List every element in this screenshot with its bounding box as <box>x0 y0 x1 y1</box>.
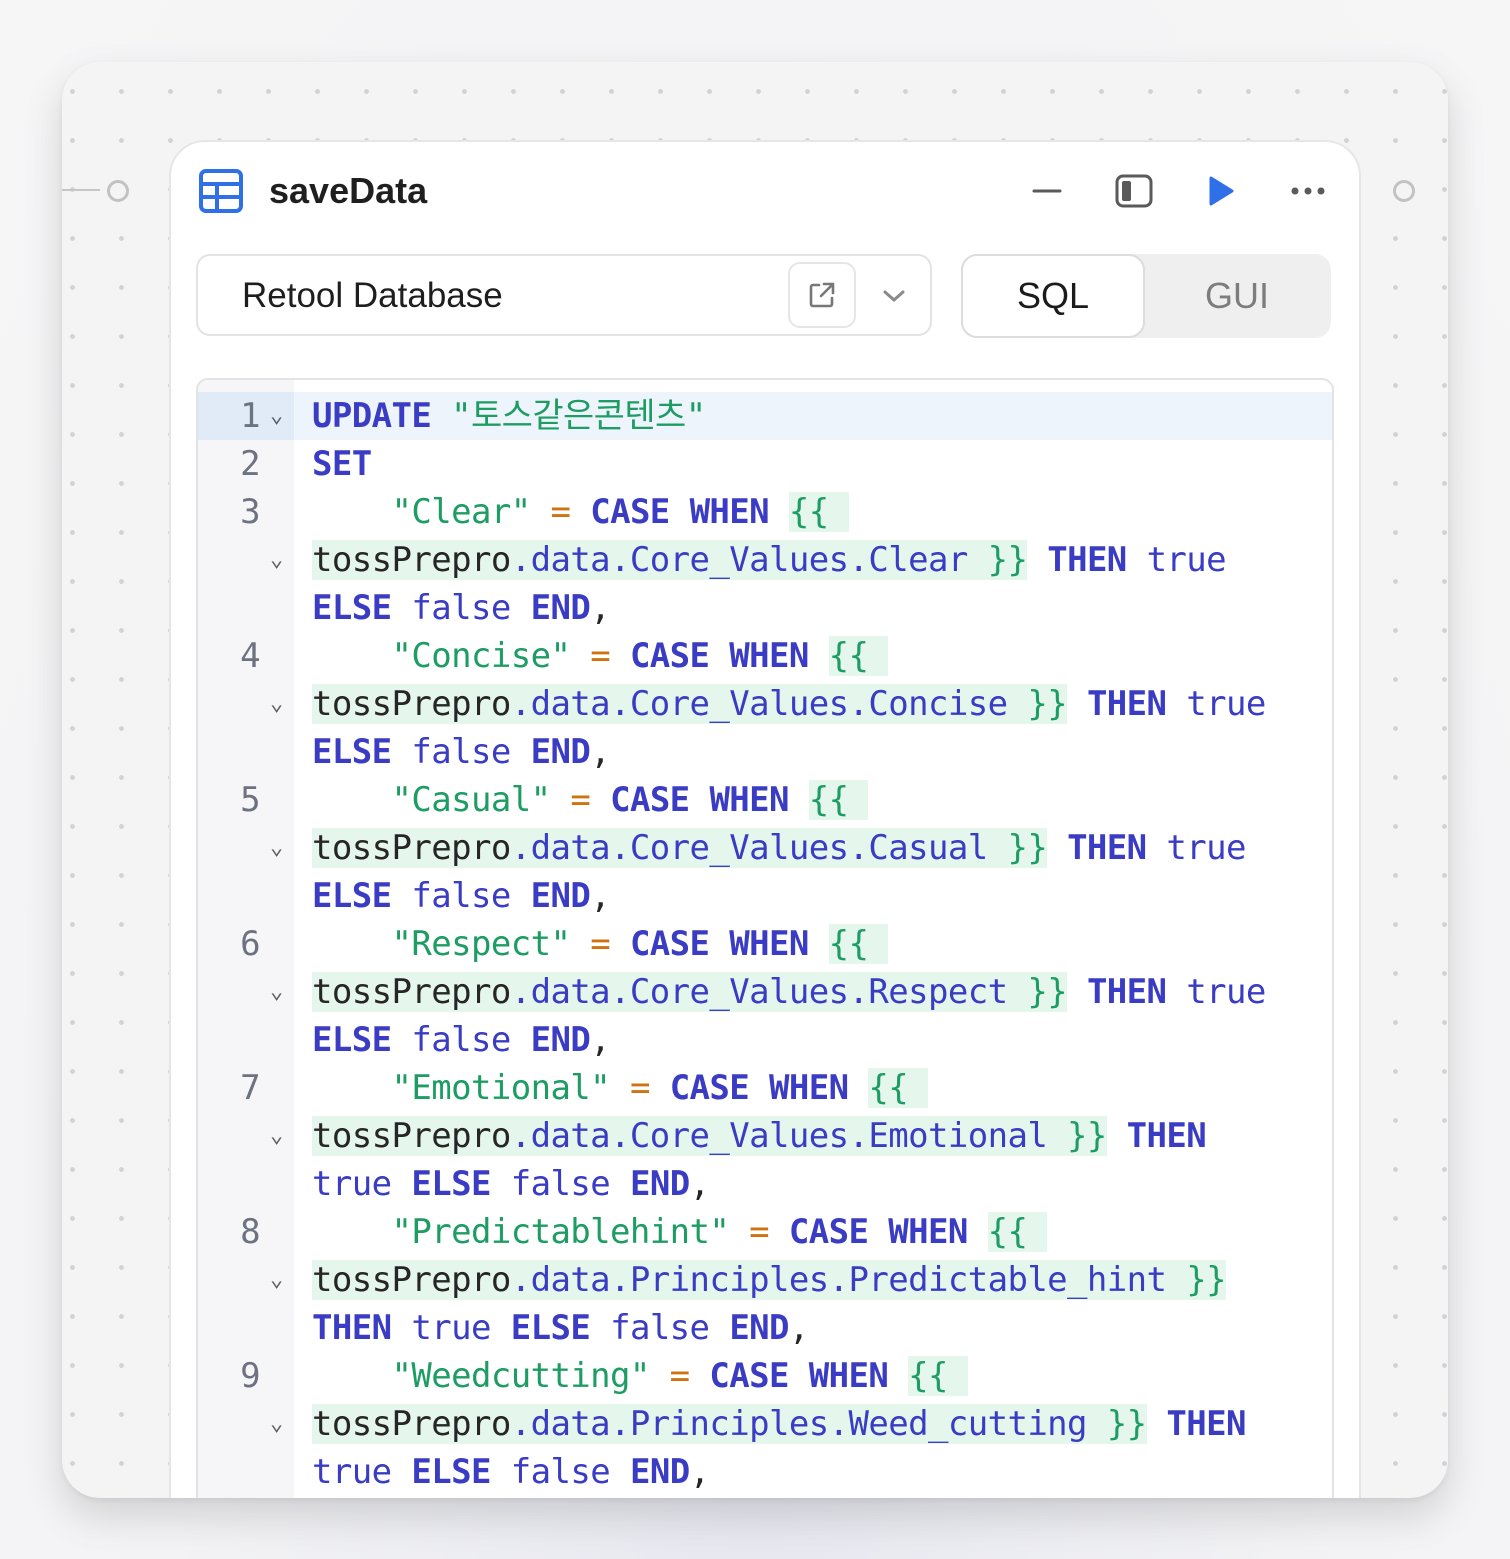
sql-editor[interactable]: 1 ⌄ UPDATE "토스같은콘텐츠" 2 SET 3 "Clear" = CASE… <box>196 378 1334 1498</box>
minimize-button[interactable] <box>1024 168 1070 214</box>
code-line: ⌄ tossPrepro.data.Core_Values.Clear }} TH… <box>198 536 1332 584</box>
toggle-panel-button[interactable] <box>1111 168 1157 214</box>
code-line: 8 "Predictablehint" = CASE WHEN {{ <box>240 1212 1048 1252</box>
sql-mode-tab[interactable]: SQL <box>961 254 1145 338</box>
code-line: 1 ⌄ UPDATE "토스같은콘텐츠" <box>198 392 1332 440</box>
mode-toggle: SQL GUI <box>961 254 1331 338</box>
code-line: 2 SET <box>240 444 372 484</box>
resource-select[interactable]: Retool Database <box>196 254 932 336</box>
more-icon <box>1291 187 1325 195</box>
code-line: THEN true ELSE false END, <box>312 1308 809 1348</box>
more-options-button[interactable] <box>1285 168 1331 214</box>
code-line: ⌄ tossPrepro.data.Core_Values.Emotional }… <box>198 1112 1332 1160</box>
fold-icon[interactable]: ⌄ <box>270 1112 283 1160</box>
code-line: 6 "Respect" = CASE WHEN {{ <box>240 924 889 964</box>
minus-icon <box>1032 189 1062 193</box>
code-line: ⌄ tossPrepro.data.Core_Values.Respect }} … <box>198 968 1332 1016</box>
workflow-canvas: saveData Retool Database SQL GUI 1 ⌄ UPD… <box>62 62 1448 1498</box>
code-line: ELSE false END, <box>312 1020 611 1060</box>
fold-icon[interactable]: ⌄ <box>270 680 283 728</box>
code-line: true ELSE false END, <box>312 1164 710 1204</box>
run-button[interactable] <box>1198 168 1244 214</box>
connector-line <box>62 189 100 191</box>
code-line: ⌄ tossPrepro.data.Core_Values.Casual }} T… <box>198 824 1332 872</box>
play-icon <box>1209 176 1234 206</box>
resource-label: Retool Database <box>242 276 503 315</box>
code-line: true ELSE false END, <box>312 1452 710 1492</box>
external-link-icon <box>809 282 835 308</box>
fold-icon[interactable]: ⌄ <box>270 392 283 440</box>
query-name[interactable]: saveData <box>269 166 427 216</box>
fold-icon[interactable]: ⌄ <box>270 1400 283 1448</box>
chevron-down-icon <box>883 290 905 302</box>
code-line: 5 "Casual" = CASE WHEN {{ <box>240 780 869 820</box>
code-line: ELSE false END, <box>312 876 611 916</box>
code-line: 7 "Emotional" = CASE WHEN {{ <box>240 1068 929 1108</box>
fold-icon[interactable]: ⌄ <box>270 1256 283 1304</box>
code-line: ELSE false END, <box>312 588 611 628</box>
open-resource-button[interactable] <box>788 262 856 328</box>
code-line: ⌄ tossPrepro.data.Principles.Predictable_… <box>198 1256 1332 1304</box>
output-port[interactable] <box>1393 180 1415 202</box>
fold-icon[interactable]: ⌄ <box>270 968 283 1016</box>
input-port[interactable] <box>107 180 129 202</box>
gui-mode-tab[interactable]: GUI <box>1145 254 1329 338</box>
code-line: 9 "Weedcutting" = CASE WHEN {{ <box>240 1356 968 1396</box>
code-line: 3 "Clear" = CASE WHEN {{ <box>240 492 849 532</box>
query-block: saveData Retool Database SQL GUI 1 ⌄ UPD… <box>169 140 1361 1498</box>
fold-icon[interactable]: ⌄ <box>270 824 283 872</box>
code-content: 1 ⌄ UPDATE "토스같은콘텐츠" 2 SET 3 "Clear" = CASE… <box>198 392 1332 1496</box>
sidebar-panel-icon <box>1115 174 1153 208</box>
table-icon <box>199 169 243 213</box>
code-line: ⌄ tossPrepro.data.Principles.Weed_cutting… <box>198 1400 1332 1448</box>
query-header: saveData <box>171 142 1359 252</box>
code-line: 4 "Concise" = CASE WHEN {{ <box>240 636 889 676</box>
resource-dropdown[interactable] <box>874 276 914 316</box>
fold-icon[interactable]: ⌄ <box>270 536 283 584</box>
code-line: ⌄ tossPrepro.data.Core_Values.Concise }} … <box>198 680 1332 728</box>
code-line: ELSE false END, <box>312 732 611 772</box>
